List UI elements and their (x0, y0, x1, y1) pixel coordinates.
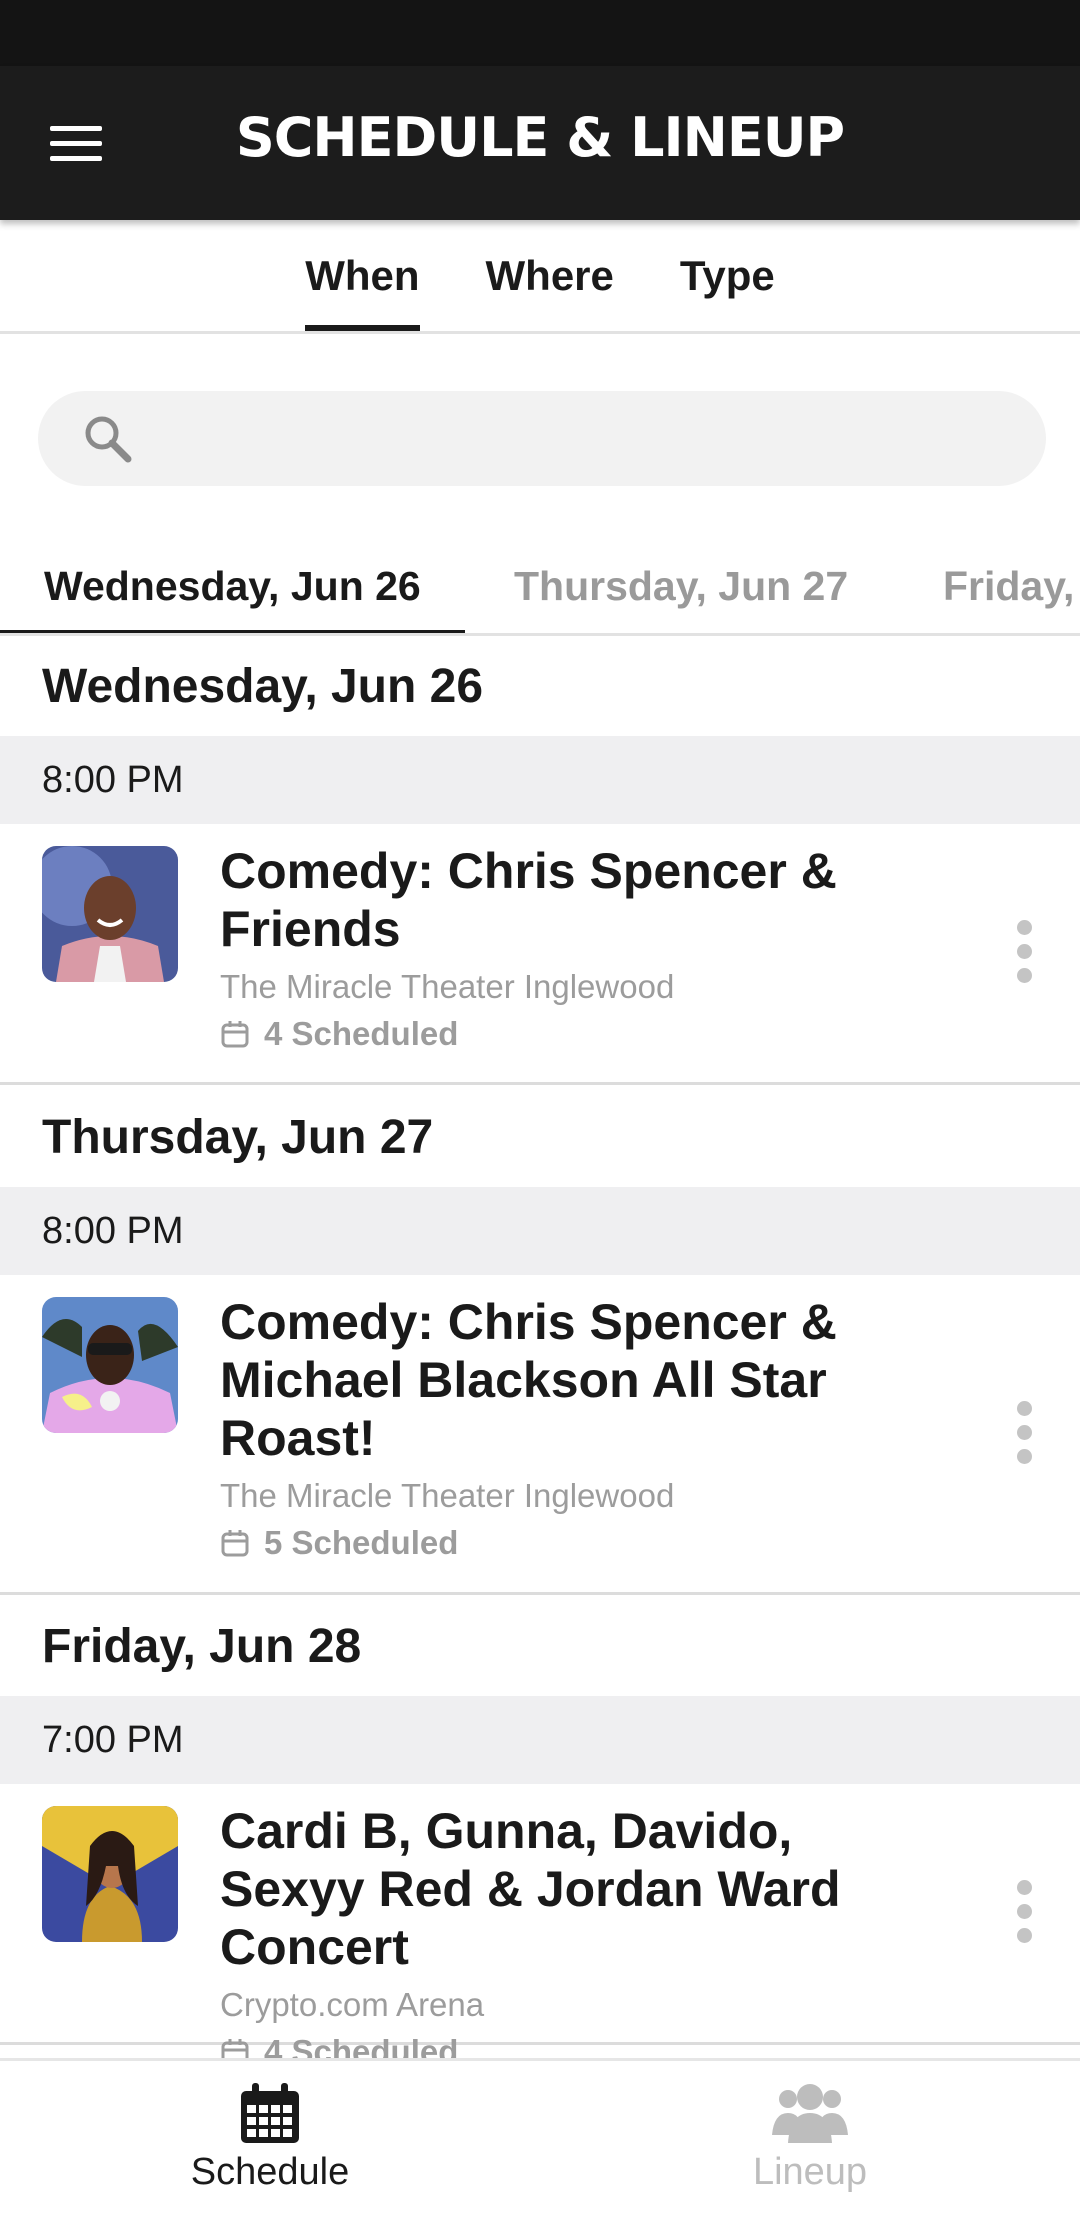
calendar-small-icon (221, 1021, 249, 1048)
event-venue: Crypto.com Arena (220, 1986, 485, 2023)
filter-tabs: When Where Type (0, 220, 1080, 334)
people-icon (772, 2084, 848, 2143)
event-venue: The Miracle Theater Inglewood (220, 1477, 675, 1514)
status-bar (0, 0, 1080, 66)
nav-schedule-label: Schedule (190, 2151, 350, 2193)
nav-lineup-label: Lineup (752, 2151, 868, 2193)
event-title: Comedy: Chris Spencer & Michael Blackson… (220, 1294, 837, 1466)
nav-lineup[interactable]: Lineup (540, 2061, 1080, 2214)
date-header: Thursday, Jun 27 (42, 1110, 434, 1164)
date-header: Wednesday, Jun 26 (42, 659, 484, 713)
time-header: 7:00 PM (0, 1696, 1080, 1784)
scheduled-label: 5 Scheduled (264, 1524, 459, 1561)
event-title: Cardi B, Gunna, Davido, Sexyy Red & Jord… (220, 1803, 841, 1975)
event-row[interactable]: Comedy: Chris Spencer & Friends The Mira… (0, 824, 1080, 1085)
event-row[interactable]: Cardi B, Gunna, Davido, Sexyy Red & Jord… (0, 1784, 1080, 2070)
day-tab-wednesday[interactable]: Wednesday, Jun 26 (0, 540, 465, 633)
tab-when[interactable]: When (305, 220, 420, 331)
event-row[interactable]: Comedy: Chris Spencer & Michael Blackson… (0, 1275, 1080, 1595)
bottom-nav: Schedule Lineup (0, 2058, 1080, 2214)
time-header: 8:00 PM (0, 1187, 1080, 1275)
tab-where[interactable]: Where (486, 220, 614, 331)
app-bar: SCHEDULE & LINEUP (0, 66, 1080, 220)
more-options-icon[interactable] (1004, 920, 1044, 983)
event-thumbnail (42, 846, 178, 982)
event-title: Comedy: Chris Spencer & Friends (220, 843, 837, 957)
calendar-icon (241, 2083, 299, 2143)
more-options-icon[interactable] (1004, 1401, 1044, 1464)
date-header: Friday, Jun 28 (42, 1619, 362, 1673)
more-options-icon[interactable] (1004, 1880, 1044, 1943)
search-icon (85, 416, 132, 463)
day-tab-friday[interactable]: Friday, Jun 28 (943, 540, 1080, 633)
scheduled-count: 5 Scheduled (220, 1519, 910, 1567)
scheduled-label: 4 Scheduled (264, 1015, 459, 1052)
event-thumbnail (42, 1297, 178, 1433)
page-title: SCHEDULE & LINEUP (235, 106, 845, 169)
scheduled-count: 4 Scheduled (220, 1010, 910, 1058)
day-tabs: Wednesday, Jun 26 Thursday, Jun 27 Frida… (0, 540, 1080, 636)
nav-schedule[interactable]: Schedule (0, 2061, 540, 2214)
day-tab-thursday[interactable]: Thursday, Jun 27 (514, 540, 848, 633)
search-input[interactable] (38, 391, 1046, 486)
calendar-small-icon (221, 1530, 249, 1557)
event-thumbnail (42, 1806, 178, 1942)
event-venue: The Miracle Theater Inglewood (220, 968, 675, 1005)
tab-type[interactable]: Type (680, 220, 775, 331)
time-header: 8:00 PM (0, 736, 1080, 824)
